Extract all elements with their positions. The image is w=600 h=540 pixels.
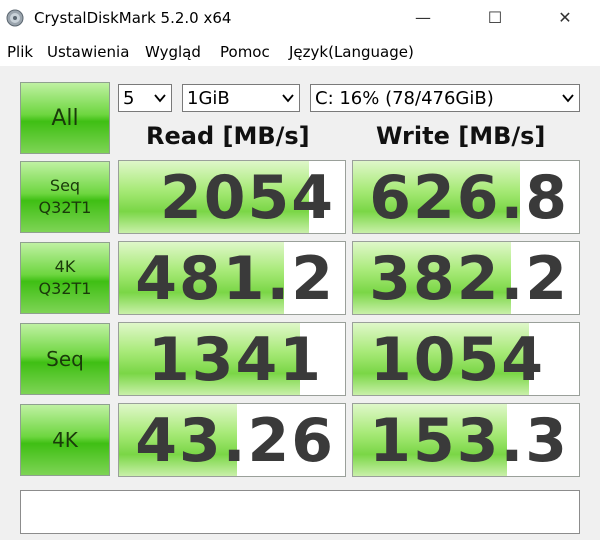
run-all-label: All — [51, 105, 79, 131]
test-label-line1: Seq — [46, 347, 84, 371]
chevron-down-icon — [282, 94, 294, 103]
test-label-line1: 4K — [52, 428, 78, 452]
write-value: 153.3 — [369, 406, 569, 476]
result-write-4k-q32t1: 382.2 — [352, 241, 580, 315]
read-value: 481.2 — [135, 244, 335, 314]
test-button-4k[interactable]: 4K — [20, 404, 110, 476]
chevron-down-icon — [562, 94, 574, 103]
test-count-select[interactable]: 5 — [118, 84, 172, 112]
result-write-4k: 153.3 — [352, 403, 580, 477]
read-value: 2054 — [160, 163, 335, 233]
result-write-seq: 1054 — [352, 322, 580, 396]
title-bar: CrystalDiskMark 5.2.0 x64 — ☐ ✕ — [0, 0, 600, 38]
window-title: CrystalDiskMark 5.2.0 x64 — [34, 9, 232, 27]
menu-view[interactable]: Wygląd — [145, 43, 201, 61]
test-button-4k-q32t1[interactable]: 4K Q32T1 — [20, 242, 110, 314]
test-size-value: 1GiB — [187, 87, 230, 109]
test-button-seq-q32t1[interactable]: Seq Q32T1 — [20, 161, 110, 233]
test-button-seq[interactable]: Seq — [20, 323, 110, 395]
drive-select[interactable]: C: 16% (78/476GiB) — [310, 84, 580, 112]
result-write-seq-q32t1: 626.8 — [352, 160, 580, 234]
crystaldiskmark-disc-icon — [6, 9, 24, 27]
read-header: Read [MB/s] — [146, 122, 310, 150]
close-icon: ✕ — [558, 7, 572, 27]
test-label-line2: Q32T1 — [38, 279, 92, 298]
test-label-line2: Q32T1 — [38, 198, 92, 217]
test-label-line1: Seq — [49, 176, 81, 195]
read-value: 43.26 — [135, 406, 335, 476]
drive-value: C: 16% (78/476GiB) — [315, 87, 494, 109]
menu-settings[interactable]: Ustawienia — [47, 43, 129, 61]
result-read-4k: 43.26 — [118, 403, 346, 477]
run-all-button[interactable]: All — [20, 82, 110, 154]
minimize-icon: — — [415, 7, 431, 27]
menu-language[interactable]: Język(Language) — [289, 43, 414, 61]
read-value: 1341 — [148, 325, 323, 395]
write-value: 626.8 — [369, 163, 569, 233]
write-value: 1054 — [370, 325, 545, 395]
minimize-button[interactable]: — — [400, 0, 446, 34]
comment-input[interactable] — [20, 490, 580, 534]
write-value: 382.2 — [369, 244, 569, 314]
close-button[interactable]: ✕ — [542, 0, 588, 34]
chevron-down-icon — [154, 94, 166, 103]
menu-file[interactable]: Plik — [7, 43, 33, 61]
menu-help[interactable]: Pomoc — [220, 43, 270, 61]
result-read-4k-q32t1: 481.2 — [118, 241, 346, 315]
result-read-seq: 1341 — [118, 322, 346, 396]
result-read-seq-q32t1: 2054 — [118, 160, 346, 234]
test-size-select[interactable]: 1GiB — [182, 84, 300, 112]
maximize-icon: ☐ — [487, 7, 503, 27]
maximize-button[interactable]: ☐ — [472, 0, 518, 34]
write-header: Write [MB/s] — [376, 122, 546, 150]
test-label-line1: 4K — [54, 257, 76, 276]
menu-bar: Plik Ustawienia Wygląd Pomoc Język(Langu… — [0, 40, 600, 64]
test-count-value: 5 — [123, 87, 135, 109]
